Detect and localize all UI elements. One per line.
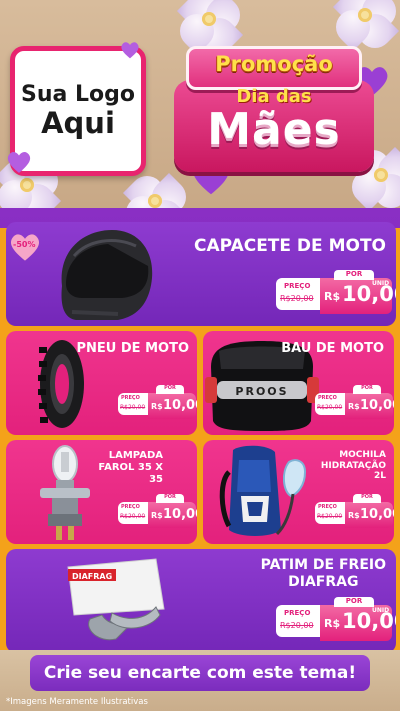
price: 10,00	[163, 398, 197, 413]
price-label: PREÇO	[318, 395, 337, 401]
discount-badge: -50%	[8, 232, 42, 266]
create-flyer-button[interactable]: Crie seu encarte com este tema!	[30, 655, 370, 691]
helmet-icon	[52, 226, 156, 324]
product-card-topcase: PROOS BAU DE MOTO PREÇO R$20,00 R$ 10,00…	[203, 331, 394, 435]
logo-text-line2: Aqui	[41, 105, 115, 140]
old-price: R$20,00	[120, 513, 146, 520]
backpack-icon	[211, 442, 311, 542]
unit: UNID	[372, 280, 390, 287]
price-tag: PREÇO R$20,00 R$ 10,00 POR	[315, 494, 394, 534]
price-tag: PREÇO R$20,00 R$ 10,00 UNID POR	[276, 597, 396, 647]
currency: R$	[151, 511, 163, 520]
product-name: PATIM DE FREIO DIAFRAG	[260, 557, 386, 590]
old-price: R$20,00	[280, 621, 314, 630]
product-card-helmet: CAPACETE DE MOTO PREÇO R$20,00 R$ 10,00 …	[6, 222, 396, 326]
price-tag: PREÇO R$20,00 R$ 10,00 UNID POR	[276, 270, 396, 320]
price-label: PREÇO	[318, 504, 337, 510]
old-price: R$20,00	[317, 513, 343, 520]
header-area: Sua Logo Aqui Promoção Dia das Mães	[0, 0, 400, 208]
product-name: PNEU DE MOTO	[76, 341, 189, 356]
currency: R$	[348, 402, 360, 411]
price-label: PREÇO	[121, 504, 140, 510]
por-label: POR	[334, 270, 374, 280]
price-tag: PREÇO R$20,00 R$ 10,00 POR	[118, 494, 197, 534]
price: 10,00	[163, 507, 197, 522]
price-tag: PREÇO R$20,00 R$ 10,00 POR	[315, 385, 394, 425]
brand-text: DIAFRAG	[72, 572, 112, 581]
price-label: PREÇO	[284, 609, 311, 617]
price: 10,00	[360, 398, 394, 413]
price: 10,00	[360, 507, 394, 522]
product-name: CAPACETE DE MOTO	[194, 236, 386, 256]
disclaimer: *Imagens Meramente Ilustrativas	[6, 697, 148, 707]
logo-text-line1: Sua Logo	[20, 81, 135, 107]
heart-icon	[120, 40, 140, 60]
currency: R$	[348, 511, 360, 520]
currency: R$	[324, 290, 341, 303]
promo-line1: Promoção	[215, 52, 333, 76]
product-card-bulb: LAMPADA FAROL 35 X 35 PREÇO R$20,00 R$ 10,…	[6, 440, 197, 544]
por-label: POR	[353, 385, 381, 394]
product-name: LAMPADA FAROL 35 X 35	[98, 450, 163, 485]
heart-icon	[6, 150, 32, 174]
brake-pads-icon: DIAFRAG	[64, 555, 168, 649]
bulb-icon	[34, 442, 96, 542]
por-label: POR	[156, 385, 184, 394]
price-label: PREÇO	[284, 282, 311, 290]
old-price: R$20,00	[317, 404, 343, 411]
unit: UNID	[372, 607, 390, 614]
por-label: POR	[156, 494, 184, 503]
promo-title: Promoção Dia das Mães	[174, 46, 386, 176]
currency: R$	[151, 402, 163, 411]
brand-text: PROOS	[235, 385, 288, 398]
old-price: R$20,00	[280, 294, 314, 303]
price-label: PREÇO	[121, 395, 140, 401]
product-card-brake-pads: DIAFRAG PATIM DE FREIO DIAFRAG PREÇO R$20…	[6, 549, 396, 653]
old-price: R$20,00	[120, 404, 146, 411]
product-card-backpack: MOCHILA HIDRATAÇÃO 2L PREÇO R$20,00 R$ 10,…	[203, 440, 394, 544]
product-name: BAU DE MOTO	[281, 341, 384, 356]
product-card-tire: PNEU DE MOTO PREÇO R$20,00 R$ 10,00 POR	[6, 331, 197, 435]
price-tag: PREÇO R$20,00 R$ 10,00 POR	[118, 385, 197, 425]
currency: R$	[324, 617, 341, 630]
por-label: POR	[334, 597, 374, 607]
product-name: MOCHILA HIDRATAÇÃO 2L	[320, 450, 386, 482]
badge-label: -50%	[13, 240, 36, 249]
promo-line3: Mães	[207, 104, 341, 155]
por-label: POR	[353, 494, 381, 503]
